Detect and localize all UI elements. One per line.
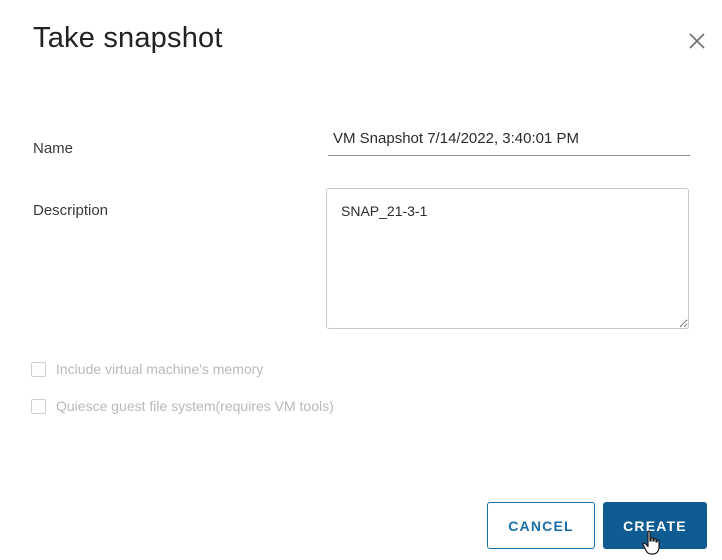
description-label: Description bbox=[33, 202, 109, 219]
name-field[interactable] bbox=[328, 122, 690, 156]
include-memory-label: Include virtual machine's memory bbox=[56, 361, 264, 377]
include-memory-option: Include virtual machine's memory bbox=[31, 361, 263, 377]
cancel-button[interactable]: CANCEL bbox=[487, 502, 595, 549]
name-label: Name bbox=[33, 140, 74, 157]
include-memory-checkbox[interactable] bbox=[31, 361, 46, 377]
quiesce-option: Quiesce guest file system(requires VM to… bbox=[31, 398, 334, 414]
quiesce-checkbox[interactable] bbox=[31, 398, 46, 414]
create-button[interactable]: CREATE bbox=[603, 502, 707, 549]
description-field[interactable]: SNAP_21-3-1 bbox=[326, 188, 689, 329]
take-snapshot-dialog: Take snapshot Name Description SNAP_21-3… bbox=[0, 0, 722, 560]
dialog-title: Take snapshot bbox=[33, 22, 223, 54]
page: Take snapshot Name Description SNAP_21-3… bbox=[0, 0, 722, 560]
close-icon[interactable] bbox=[684, 28, 710, 54]
quiesce-label: Quiesce guest file system(requires VM to… bbox=[56, 398, 334, 414]
